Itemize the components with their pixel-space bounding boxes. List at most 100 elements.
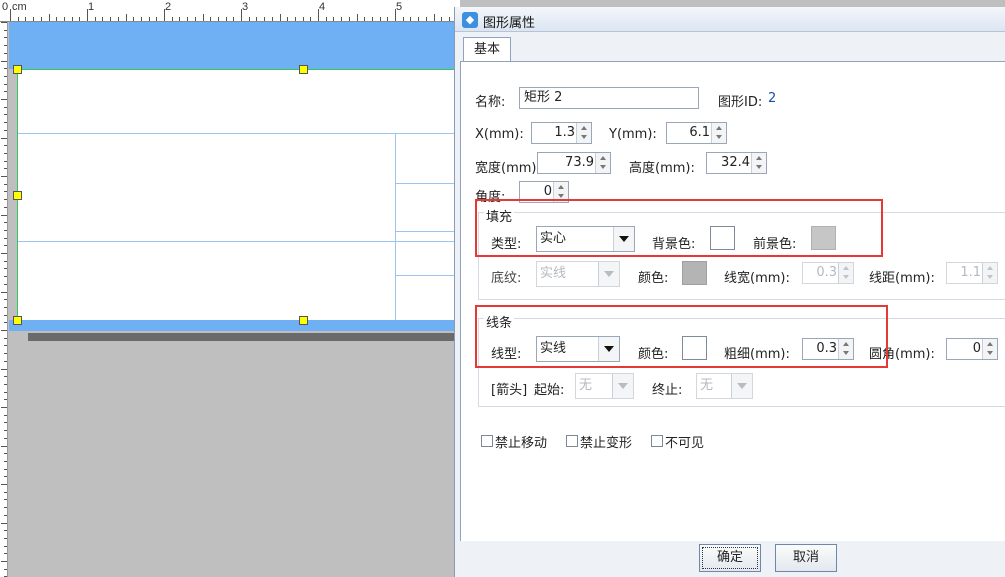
cancel-button[interactable]: 取消 — [775, 544, 837, 572]
pattern-color-label: 颜色: — [638, 271, 669, 286]
x-spinner[interactable]: 1.3 — [531, 122, 592, 144]
table-line — [395, 183, 461, 184]
spinner-arrows-icon[interactable] — [982, 263, 997, 283]
width-spinner[interactable]: 73.9 — [537, 152, 611, 174]
ruler-label-5: 5 — [396, 1, 403, 13]
tab-basic[interactable]: 基本 — [463, 37, 511, 62]
arrow-label: [箭头] — [491, 383, 528, 398]
spinner-arrows-icon[interactable] — [576, 123, 591, 143]
ruler-tick — [4, 37, 7, 39]
ruler-tick — [4, 145, 7, 147]
ruler-tick — [133, 17, 135, 21]
ruler-tick — [4, 168, 7, 170]
resize-handle-top-left[interactable] — [13, 65, 22, 74]
ruler-tick — [256, 17, 258, 21]
ruler-tick — [4, 553, 7, 555]
ruler-tick — [4, 391, 7, 393]
corner-spinner[interactable]: 0 — [946, 338, 998, 360]
ruler-tick — [125, 14, 127, 21]
ruler-tick — [56, 17, 58, 21]
invisible-checkbox[interactable] — [651, 435, 663, 447]
ruler-tick — [40, 17, 42, 21]
ruler-tick — [4, 353, 7, 355]
ruler-tick — [302, 17, 304, 21]
spinner-arrows-icon[interactable] — [711, 123, 726, 143]
arrow-start-value: 无 — [579, 378, 593, 393]
ruler-tick — [156, 17, 158, 21]
ruler-tick — [4, 491, 7, 493]
arrow-end-label: 终止: — [652, 383, 683, 398]
height-spinner[interactable]: 32.4 — [706, 152, 767, 174]
label-canvas[interactable] — [17, 69, 461, 322]
spinner-arrows-icon[interactable] — [982, 339, 997, 359]
ruler-tick — [4, 360, 7, 362]
line-spacing-value: 1.1 — [960, 265, 981, 280]
ruler-tick — [341, 17, 343, 21]
lock-resize-checkbox[interactable] — [566, 435, 578, 447]
ruler-label-2: 2 — [165, 1, 172, 13]
ruler-tick — [48, 14, 50, 21]
ruler-tick — [333, 17, 335, 21]
lock-move-checkbox[interactable] — [481, 435, 493, 447]
ruler-tick — [294, 17, 296, 21]
table-line — [395, 133, 396, 322]
resize-handle-bottom-left[interactable] — [13, 316, 22, 325]
ruler-tick — [1, 522, 7, 524]
ruler-tick — [4, 122, 7, 124]
ruler-tick — [271, 17, 273, 21]
width-value: 73.9 — [565, 155, 594, 170]
ruler-label-1: 1 — [88, 1, 95, 13]
dialog-title: 图形属性 — [483, 16, 536, 31]
chevron-down-icon[interactable] — [598, 262, 619, 286]
ruler-tick — [379, 17, 381, 21]
spinner-arrows-icon[interactable] — [838, 263, 853, 283]
ok-button[interactable]: 确定 — [699, 544, 761, 572]
ruler-tick — [164, 9, 165, 21]
line-width-spinner[interactable]: 0.3 — [802, 262, 854, 284]
y-spinner[interactable]: 6.1 — [666, 122, 727, 144]
tab-panel-basic: 名称: 矩形 2 图形ID: 2 X(mm): 1.3 Y(mm): 6.1 宽… — [460, 61, 1005, 541]
spinner-arrows-icon[interactable] — [595, 153, 610, 173]
resize-handle-left[interactable] — [13, 191, 22, 200]
ruler-tick — [33, 17, 35, 21]
ruler-tick — [4, 345, 7, 347]
line-spacing-spinner[interactable]: 1.1 — [946, 262, 998, 284]
canvas-top-band — [9, 22, 460, 69]
name-input[interactable]: 矩形 2 — [519, 87, 699, 109]
ruler-tick — [202, 14, 204, 21]
arrow-end-select[interactable]: 无 — [696, 373, 753, 399]
ruler-tick — [4, 414, 7, 416]
pattern-select[interactable]: 实线 — [536, 261, 620, 287]
canvas-bottom-band — [9, 320, 460, 331]
ruler-tick — [4, 276, 7, 278]
ruler-tick — [1, 253, 7, 254]
ruler-tick — [4, 191, 7, 193]
height-value: 32.4 — [721, 155, 750, 170]
spinner-arrows-icon[interactable] — [751, 153, 766, 173]
ruler-tick — [448, 17, 450, 21]
resize-handle-top[interactable] — [299, 65, 308, 74]
y-value: 6.1 — [689, 125, 710, 140]
ruler-tick — [364, 17, 366, 21]
fill-highlight-box — [475, 199, 883, 257]
ruler-tick — [4, 229, 7, 231]
resize-handle-bottom[interactable] — [299, 316, 308, 325]
ruler-tick — [4, 545, 7, 547]
ruler-tick — [4, 260, 7, 262]
ruler-tick — [1, 291, 7, 293]
x-value: 1.3 — [554, 125, 575, 140]
chevron-down-icon[interactable] — [731, 374, 752, 398]
pattern-color-swatch[interactable] — [682, 261, 707, 285]
ruler-tick — [4, 237, 7, 239]
invisible-label: 不可见 — [665, 436, 705, 451]
ruler-tick — [371, 17, 373, 21]
arrow-start-select[interactable]: 无 — [575, 373, 634, 399]
ruler-tick — [279, 14, 281, 21]
ruler-tick — [1, 60, 7, 62]
chevron-down-icon[interactable] — [612, 374, 633, 398]
dialog-titlebar[interactable]: ◆ 图形属性 — [455, 7, 1005, 32]
ruler-tick — [4, 160, 7, 162]
ruler-tick — [1, 330, 7, 331]
ruler-tick — [25, 17, 27, 21]
shape-id-label: 图形ID: — [718, 95, 763, 110]
